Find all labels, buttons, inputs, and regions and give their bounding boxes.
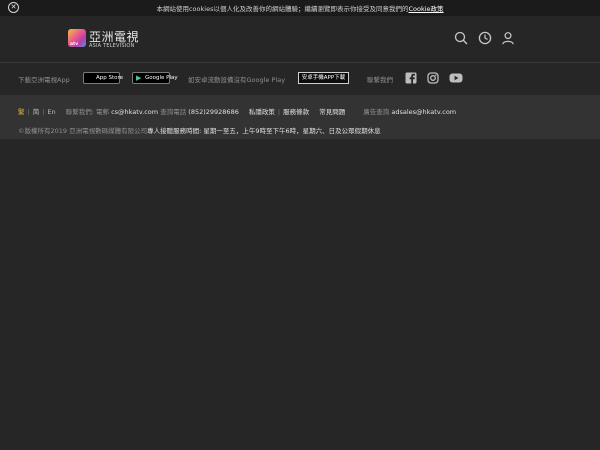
atv-logo[interactable]: atv 亞洲電視 ASIA TELEVISION bbox=[68, 28, 143, 50]
android-download-button[interactable]: 安卓手機APP下載 bbox=[298, 72, 349, 84]
play-icon: ▶ bbox=[136, 74, 142, 82]
copyright-text: ©版權所有2019 亞洲電視數碼媒體有限公司 bbox=[18, 127, 148, 135]
cookie-notice-bar: ✕ 本網站使用cookies以個人化及改善你的網站體驗；繼續瀏覽即表示你接受及同… bbox=[0, 0, 600, 16]
user-icon[interactable] bbox=[501, 31, 515, 45]
footer-info-line-1: 繁 | 简 | En 聯繫我們: 電郵 cs@hkatv.com 查詢電話 (852)2… bbox=[18, 108, 457, 116]
ads-email[interactable]: adsales@hkatv.com bbox=[391, 108, 456, 116]
service-hours-text: 專人接聽服務時間: 星期一至五，上午9時至下午6時，星期六、日及公眾假期休息 bbox=[147, 127, 381, 135]
cookie-policy-link[interactable]: Cookie政策 bbox=[408, 5, 443, 13]
contact-email-label: 聯繫我們: 電郵 bbox=[65, 108, 109, 116]
logo-english-name: ASIA TELEVISION bbox=[89, 43, 135, 49]
footer-info-line-2: ©版權所有2019 亞洲電視數碼媒體有限公司專人接聽服務時間: 星期一至五，上午… bbox=[18, 125, 381, 135]
google-play-badge[interactable]: ▶ Google Play bbox=[132, 72, 178, 84]
google-play-label: Google Play bbox=[145, 75, 178, 81]
lang-english[interactable]: En bbox=[47, 108, 55, 116]
app-store-badge[interactable]: App Store bbox=[83, 72, 124, 84]
instagram-icon[interactable] bbox=[427, 72, 439, 84]
logo-mark: atv bbox=[68, 29, 86, 47]
contact-us-label: 聯繫我們 bbox=[367, 76, 393, 84]
footer-info-bar: 繁 | 简 | En 聯繫我們: 電郵 cs@hkatv.com 查詢電話 (852)2… bbox=[0, 95, 600, 139]
cookie-notice-text: 本網站使用cookies以個人化及改善你的網站體驗；繼續瀏覽即表示你接受及同意我… bbox=[0, 3, 600, 13]
lang-simplified[interactable]: 简 bbox=[33, 108, 40, 116]
lang-traditional[interactable]: 繁 bbox=[18, 108, 25, 116]
enquiry-phone: (852)29928686 bbox=[188, 108, 239, 116]
android-note: 如安卓流動設備沒有Google Play bbox=[188, 76, 286, 84]
enquiry-phone-label: 查詢電話 bbox=[160, 108, 187, 116]
cookie-message: 本網站使用cookies以個人化及改善你的網站體驗；繼續瀏覽即表示你接受及同意我… bbox=[156, 5, 409, 13]
site-header: atv 亞洲電視 ASIA TELEVISION bbox=[0, 16, 600, 63]
download-app-label: 下載亞洲電視App bbox=[18, 76, 70, 84]
app-store-label: App Store bbox=[96, 75, 124, 81]
download-app-row: 下載亞洲電視App App Store ▶ Google Play 如安卓流動設… bbox=[0, 63, 600, 95]
contact-email[interactable]: cs@hkatv.com bbox=[111, 108, 158, 116]
terms-of-service-link[interactable]: 服務條款 bbox=[283, 108, 309, 116]
faq-link[interactable]: 常見問題 bbox=[319, 108, 345, 116]
youtube-icon[interactable] bbox=[449, 72, 463, 84]
ads-enquiry-label: 廣告查詢 bbox=[363, 108, 390, 116]
clock-icon[interactable] bbox=[478, 31, 492, 45]
search-icon[interactable] bbox=[454, 31, 468, 45]
privacy-policy-link[interactable]: 私隱政策 bbox=[249, 108, 275, 116]
facebook-icon[interactable] bbox=[405, 72, 417, 84]
